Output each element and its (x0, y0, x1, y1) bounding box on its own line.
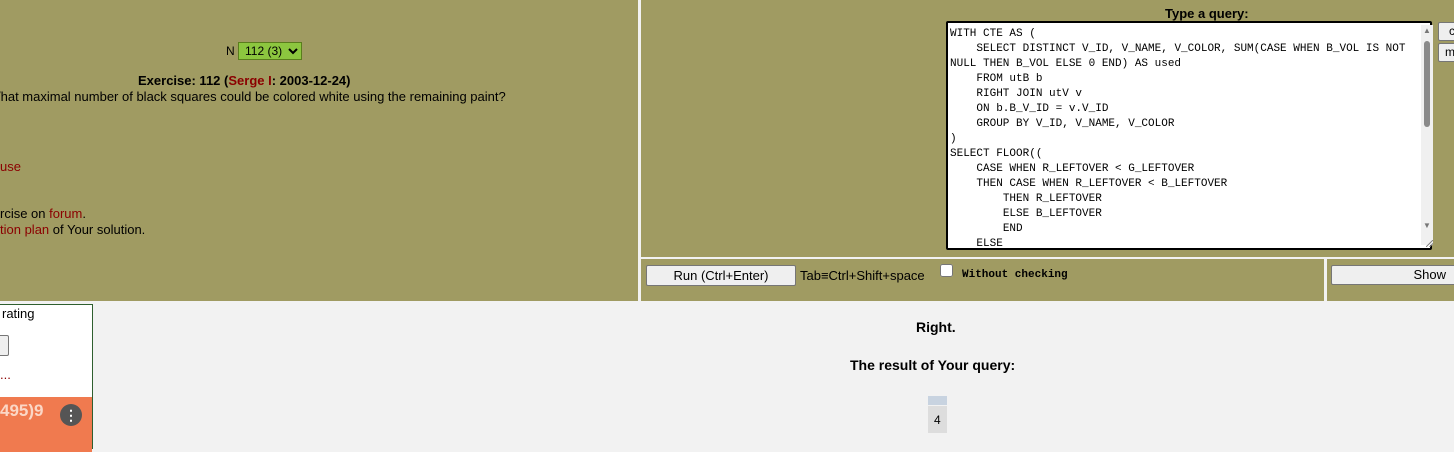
result-status: Right. (916, 319, 956, 335)
author-link[interactable]: Serge I (228, 73, 271, 88)
exercise-panel (0, 0, 638, 301)
plan-line: tion plan of Your solution. (0, 222, 145, 237)
rating-badge-text: 495)9 (0, 401, 44, 420)
scroll-thumb[interactable] (1424, 41, 1430, 127)
side-button-top[interactable]: c (1438, 22, 1454, 41)
exercise-selector-label: N (226, 44, 235, 58)
plan-link[interactable]: tion plan (0, 222, 49, 237)
query-scrollbar[interactable]: ▲ ▼ (1421, 25, 1433, 245)
scroll-down-icon[interactable]: ▼ (1423, 221, 1431, 230)
result-value: 4 (934, 413, 941, 427)
without-checking-label[interactable]: Without checking (962, 269, 1068, 281)
query-editor[interactable] (946, 21, 1432, 250)
side-button-bottom[interactable]: m (1438, 43, 1454, 62)
exercise-title: Exercise: 112 (Serge I: 2003-12-24) (138, 73, 351, 88)
exercise-title-suffix: : 2003-12-24) (271, 73, 351, 88)
rating-button[interactable] (0, 335, 9, 356)
rating-ellipsis[interactable]: ... (0, 367, 11, 382)
rating-box: rating ... 495)9 ⋮ (0, 304, 93, 452)
forum-suffix: . (82, 206, 86, 221)
exercise-title-prefix: Exercise: 112 ( (138, 73, 229, 88)
result-heading: The result of Your query: (850, 357, 1016, 373)
forum-line: rcise on forum. (0, 206, 86, 221)
use-link[interactable]: use (0, 159, 21, 174)
rating-title: rating (2, 306, 35, 321)
run-button[interactable]: Run (Ctrl+Enter) (646, 265, 796, 286)
without-checking-checkbox[interactable] (940, 264, 953, 277)
result-cell: 4 (928, 406, 947, 433)
plan-suffix: of Your solution. (49, 222, 146, 237)
forum-link[interactable]: forum (49, 206, 82, 221)
forum-prefix: rcise on (0, 206, 50, 221)
tab-hint: Tab≡Ctrl+Shift+space (800, 268, 925, 283)
exercise-question: /hat maximal number of black squares cou… (0, 89, 506, 104)
result-table-header (928, 396, 947, 405)
query-label: Type a query: (1165, 6, 1249, 21)
exercise-select[interactable]: 112 (3) (238, 42, 302, 60)
more-options-icon[interactable]: ⋮ (60, 404, 82, 426)
show-button[interactable]: Show (1331, 265, 1454, 285)
rating-badge: 495)9 ⋮ (0, 397, 92, 452)
resize-grip-icon[interactable] (1426, 240, 1433, 247)
scroll-up-icon[interactable]: ▲ (1423, 26, 1431, 35)
